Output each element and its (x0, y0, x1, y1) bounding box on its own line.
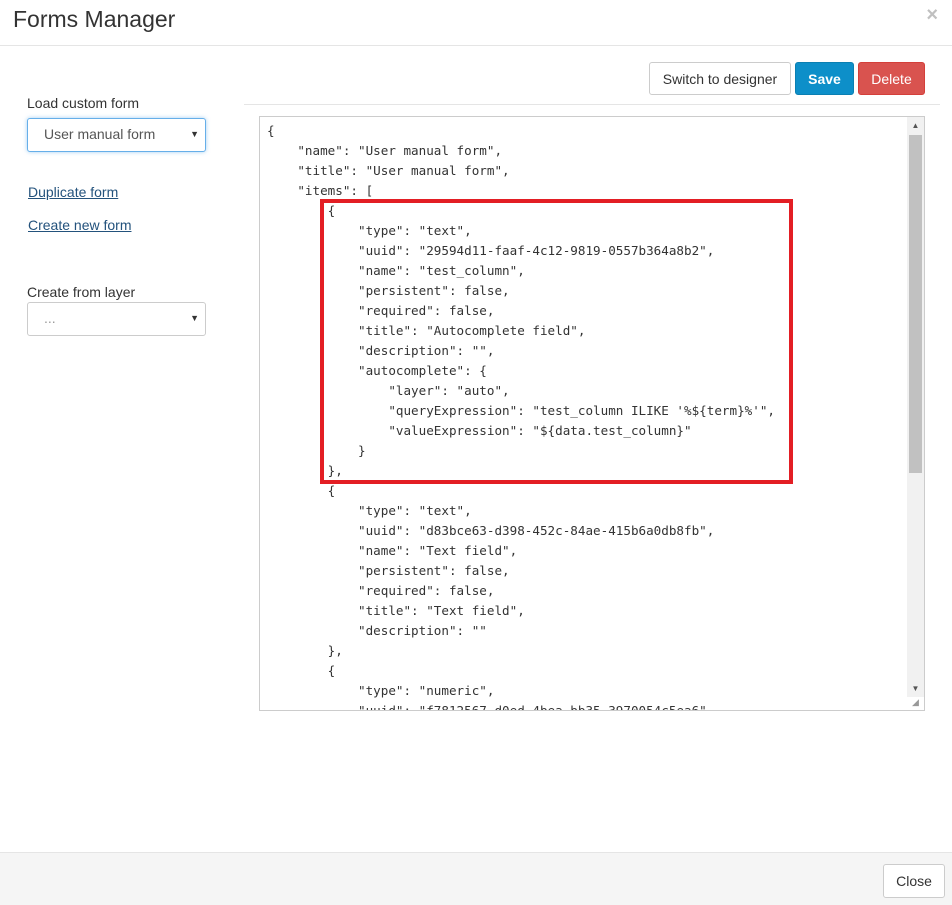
modal-footer: Close (0, 852, 952, 905)
chevron-down-icon: ▼ (190, 313, 199, 323)
close-icon[interactable]: × (926, 5, 938, 25)
load-form-select[interactable]: User manual form ▼ (27, 118, 206, 152)
save-button[interactable]: Save (795, 62, 854, 95)
highlight-box (320, 199, 793, 484)
editor-scrollbar[interactable]: ▲ ▼ (907, 117, 924, 697)
scroll-down-icon[interactable]: ▼ (907, 680, 924, 697)
modal-title: Forms Manager (13, 6, 176, 32)
modal-header: Forms Manager × (0, 0, 952, 46)
load-custom-form-label: Load custom form (27, 95, 140, 111)
resize-handle-icon[interactable]: ◢ (912, 698, 922, 708)
load-form-select-value: User manual form (44, 126, 156, 142)
chevron-down-icon: ▼ (190, 129, 199, 139)
toolbar-divider (244, 104, 940, 105)
close-button[interactable]: Close (883, 864, 945, 898)
scroll-up-icon[interactable]: ▲ (907, 117, 924, 134)
switch-to-designer-button[interactable]: Switch to designer (649, 62, 791, 95)
create-from-layer-label: Create from layer (27, 284, 136, 300)
delete-button[interactable]: Delete (858, 62, 925, 95)
duplicate-form-link[interactable]: Duplicate form (28, 184, 118, 200)
layer-select[interactable]: ... ▼ (27, 302, 206, 336)
layer-select-value: ... (44, 310, 56, 326)
scrollbar-thumb[interactable] (909, 135, 922, 473)
create-new-form-link[interactable]: Create new form (28, 217, 131, 233)
